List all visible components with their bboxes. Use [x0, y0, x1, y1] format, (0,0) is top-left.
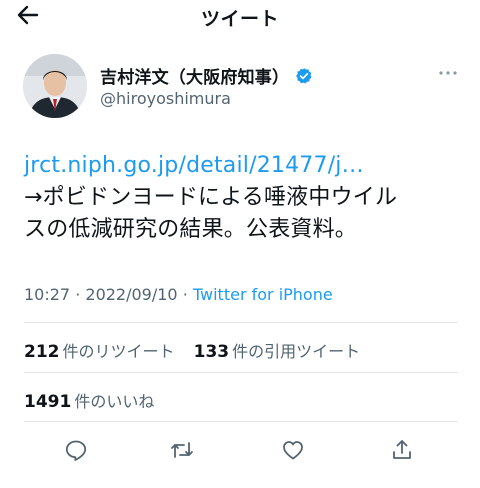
avatar[interactable] — [23, 54, 87, 118]
avatar-photo — [23, 54, 87, 118]
tweet-link[interactable]: jrct.niph.go.jp/detail/21477/j… — [24, 150, 464, 182]
retweets-count: 212 — [24, 342, 60, 362]
divider — [24, 372, 458, 373]
tweet-body: jrct.niph.go.jp/detail/21477/j… →ポビドンヨード… — [24, 150, 464, 246]
tweet-source[interactable]: Twitter for iPhone — [193, 285, 333, 304]
tweet-time[interactable]: 10:27 — [24, 285, 70, 304]
divider — [24, 421, 458, 422]
like-button[interactable] — [277, 434, 309, 466]
likes-stats-row: 1491 件のいいね — [24, 388, 154, 412]
retweets-stat[interactable]: 212 件のリツイート — [24, 342, 180, 362]
display-name: 吉村洋文（大阪府知事） — [100, 68, 290, 88]
quotes-count: 133 — [193, 342, 230, 362]
share-icon — [393, 440, 411, 459]
author-name-row[interactable]: 吉村洋文（大阪府知事） — [100, 63, 313, 88]
meta-separator: · — [182, 285, 188, 304]
likes-stat[interactable]: 1491 件のいいね — [24, 392, 155, 412]
meta-separator: · — [75, 285, 81, 304]
retweet-stats-row: 212 件のリツイート 133 件の引用ツイート — [24, 338, 360, 362]
likes-label: 件のいいね — [74, 392, 155, 411]
reply-button[interactable] — [60, 434, 92, 466]
page-title: ツイート — [200, 8, 279, 30]
quotes-label: 件の引用ツイート — [232, 342, 361, 361]
tweet-date[interactable]: 2022/09/10 — [85, 285, 177, 304]
more-options-button[interactable] — [436, 66, 460, 80]
reply-icon — [65, 440, 87, 461]
divider — [24, 322, 458, 323]
retweet-button[interactable] — [166, 434, 198, 466]
retweets-label: 件のリツイート — [62, 342, 175, 361]
tweet-meta: 10:27 · 2022/09/10 · Twitter for iPhone — [24, 285, 333, 304]
tweet-text-line-1: →ポビドンヨードによる唾液中ウイル — [24, 185, 398, 210]
retweet-icon — [171, 442, 193, 458]
top-bar: ツイート — [0, 0, 480, 34]
tweet-text-line-2: スの低減研究の結果。公表資料。 — [24, 217, 358, 242]
quotes-stat[interactable]: 133 件の引用ツイート — [193, 342, 361, 362]
share-button[interactable] — [386, 434, 418, 466]
verified-badge-icon — [295, 67, 313, 85]
tweet-actions — [0, 434, 480, 466]
more-horizontal-icon — [439, 71, 457, 75]
author-handle[interactable]: @hiroyoshimura — [100, 89, 231, 108]
likes-count: 1491 — [24, 392, 72, 412]
heart-icon — [283, 441, 303, 460]
